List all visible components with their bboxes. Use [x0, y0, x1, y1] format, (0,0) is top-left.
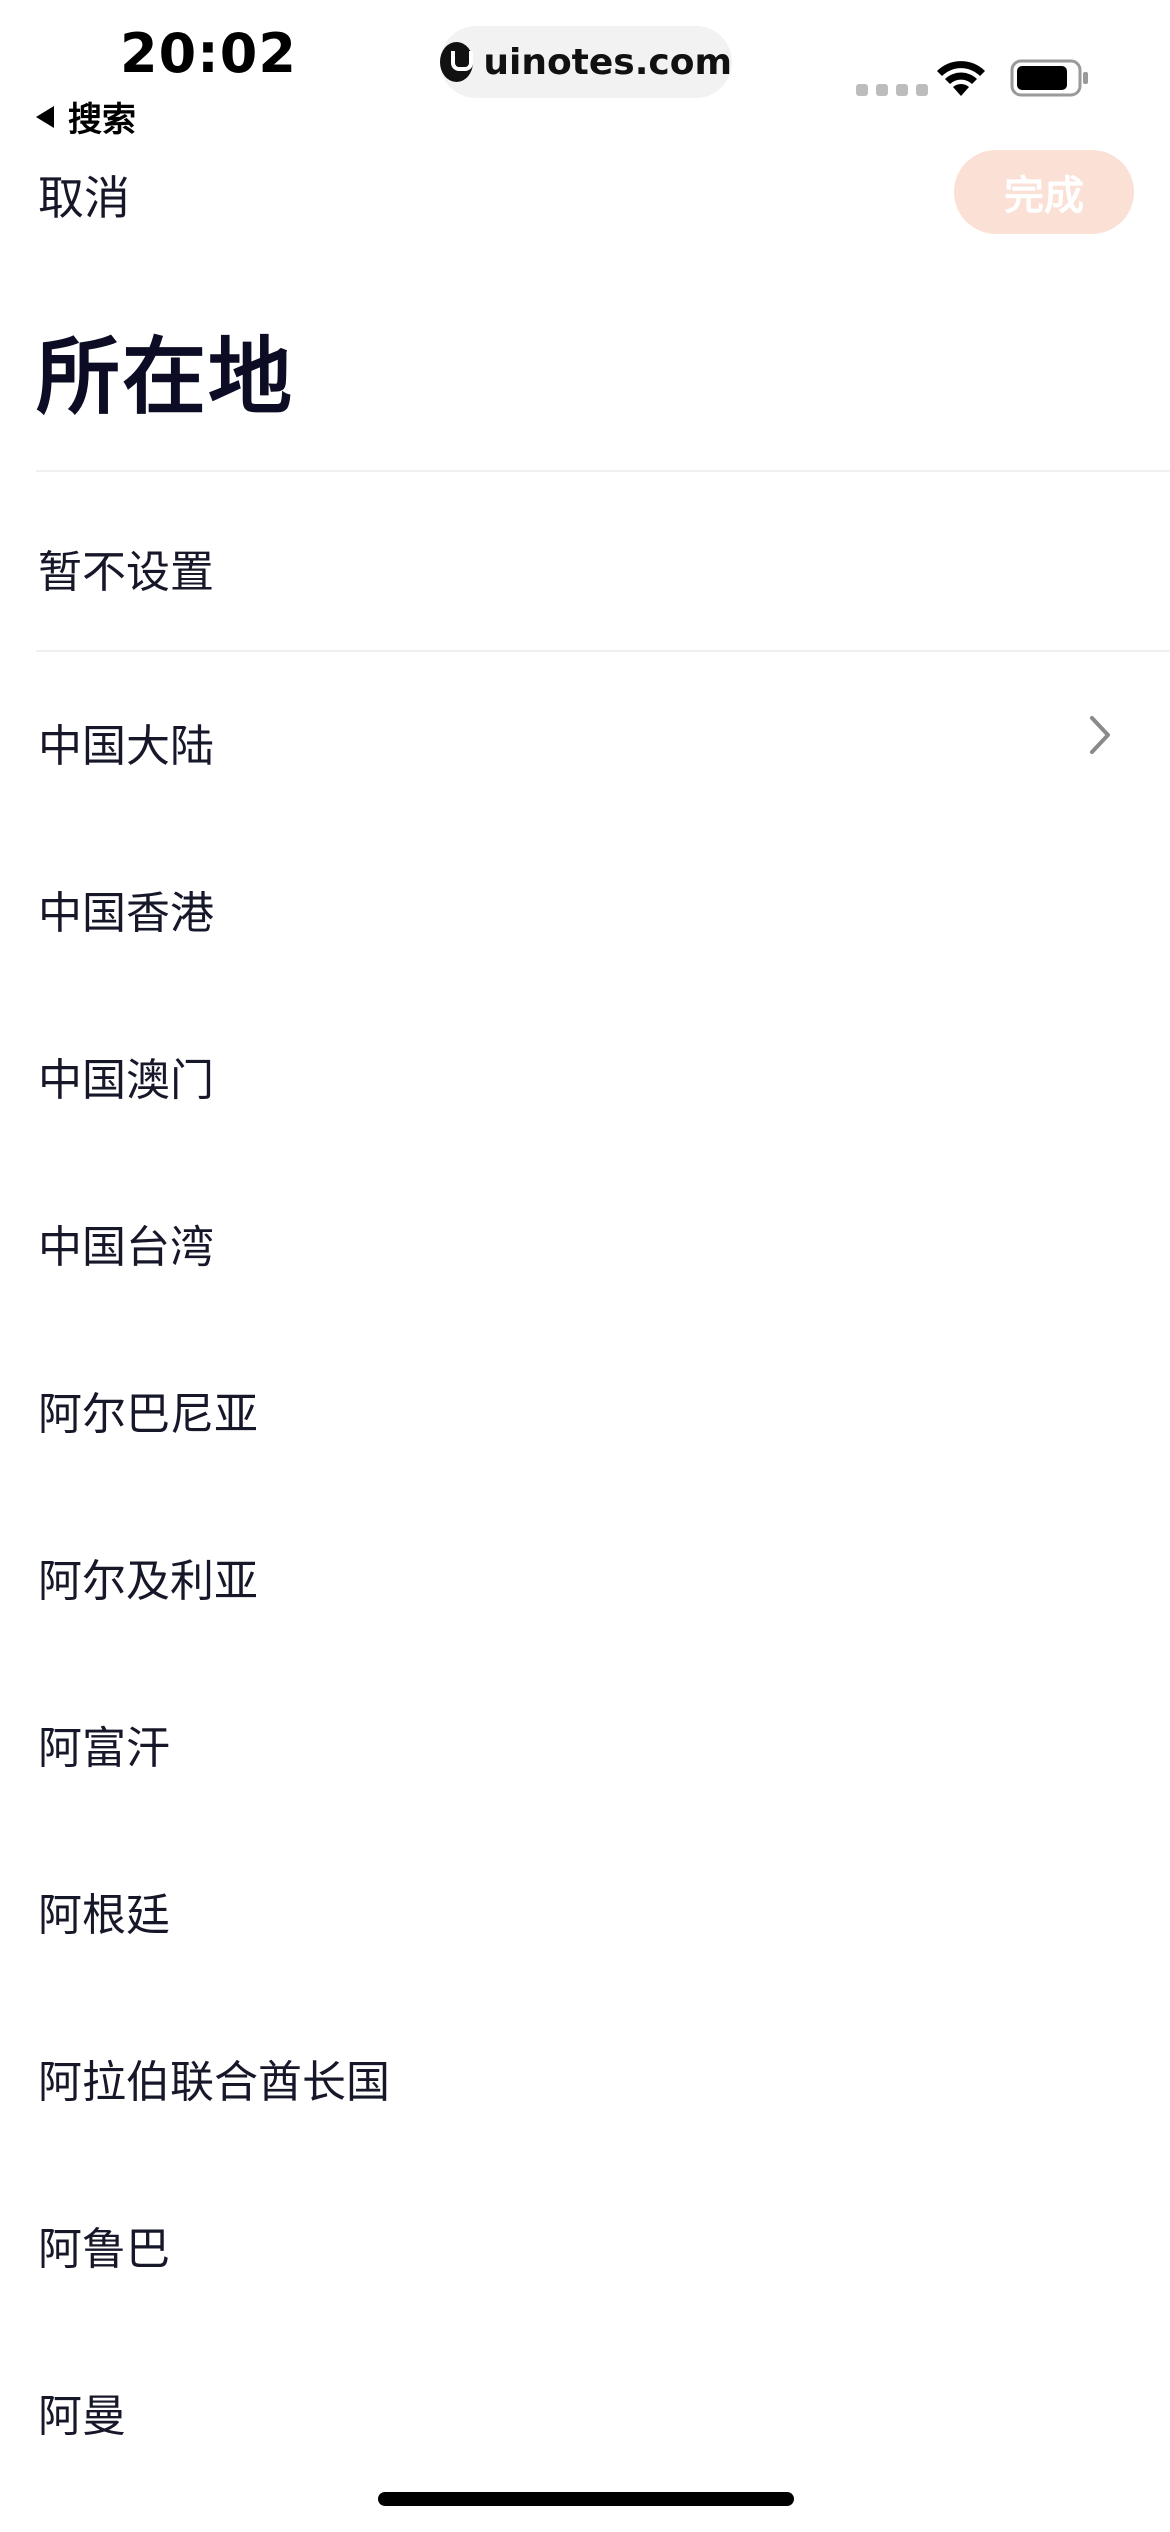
list-item[interactable]: 阿拉伯联合酋长国: [0, 2020, 1170, 2120]
list-item[interactable]: 阿根廷: [0, 1853, 1170, 1953]
list-item-not-set[interactable]: 暂不设置: [0, 510, 1170, 610]
uinotes-logo-icon: [440, 42, 474, 82]
list-item-label: 阿鲁巴: [38, 2224, 170, 2275]
chevron-right-icon: [1090, 716, 1110, 754]
list-item[interactable]: 阿富汗: [0, 1686, 1170, 1786]
done-button[interactable]: 完成: [954, 150, 1134, 234]
back-arrow-icon: [36, 105, 54, 128]
list-item-label: 中国澳门: [38, 1055, 214, 1106]
nav-bar: 取消 完成: [0, 140, 1170, 240]
home-indicator[interactable]: [378, 2492, 794, 2506]
url-text: uinotes.com: [483, 41, 732, 83]
list-item-label: 阿富汗: [38, 1723, 170, 1774]
divider: [36, 650, 1170, 652]
list-item-label: 阿尔及利亚: [38, 1556, 258, 1607]
cellular-signal-icon: [856, 84, 928, 96]
url-badge: uinotes.com: [440, 26, 732, 98]
list-item[interactable]: 阿尔巴尼亚: [0, 1352, 1170, 1452]
list-item-label: 阿拉伯联合酋长国: [38, 2057, 390, 2108]
page-title: 所在地: [36, 328, 295, 426]
cancel-button[interactable]: 取消: [38, 162, 130, 228]
list-item[interactable]: 中国台湾: [0, 1185, 1170, 1285]
status-bar: 20:02 搜索 uinotes.com: [0, 0, 1170, 140]
back-to-search-link[interactable]: 搜索: [36, 92, 136, 141]
battery-icon: [1010, 59, 1088, 97]
list-item[interactable]: 中国澳门: [0, 1018, 1170, 1118]
list-item-mainland-china[interactable]: 中国大陆: [0, 684, 1170, 784]
list-item-label: 阿根廷: [38, 1890, 170, 1941]
back-search-label: 搜索: [68, 100, 136, 140]
list-item[interactable]: 阿尔及利亚: [0, 1519, 1170, 1619]
list-item[interactable]: 阿曼: [0, 2354, 1170, 2454]
list-item[interactable]: 中国香港: [0, 851, 1170, 951]
list-item-label: 中国香港: [38, 888, 214, 939]
list-item[interactable]: 阿鲁巴: [0, 2187, 1170, 2287]
list-item-label: 中国台湾: [38, 1222, 214, 1273]
status-time: 20:02: [120, 22, 297, 85]
list-item-label: 阿曼: [38, 2391, 126, 2442]
list-item-label: 中国大陆: [38, 721, 214, 772]
list-item-label: 暂不设置: [38, 547, 214, 598]
wifi-icon: [937, 61, 985, 96]
divider: [36, 470, 1170, 472]
list-item-label: 阿尔巴尼亚: [38, 1389, 258, 1440]
